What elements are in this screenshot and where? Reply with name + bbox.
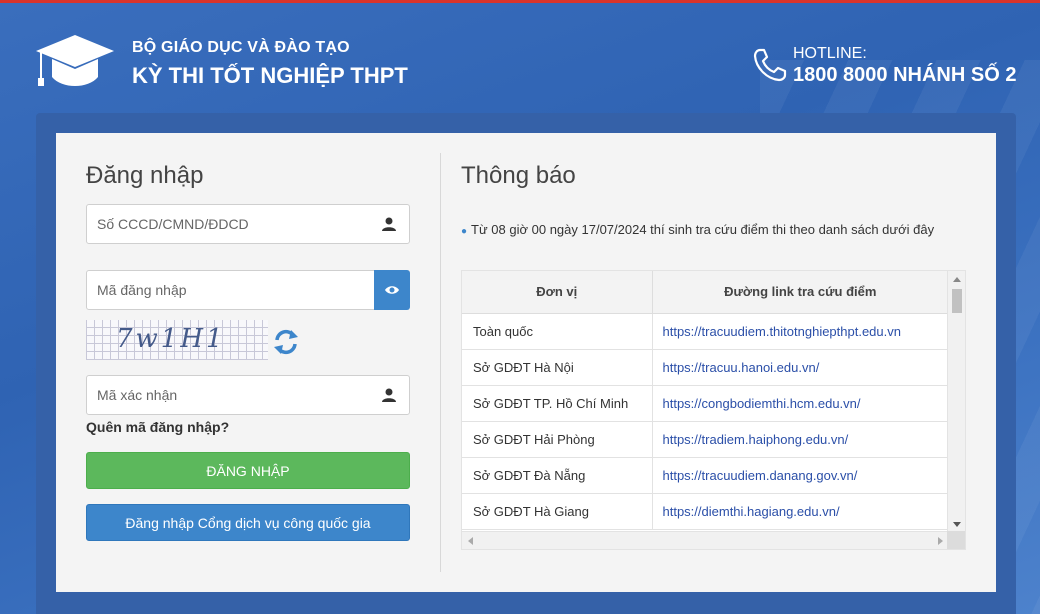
table-row: Sở GDĐT Đà Nẵng https://tracuudiem.danan… [462, 457, 949, 494]
scroll-down-arrow-icon[interactable] [953, 522, 961, 527]
score-lookup-table-container[interactable]: Đơn vị Đường link tra cứu điểm Toàn quốc… [461, 270, 966, 550]
table-row: Sở GDĐT Hải Phòng https://tradiem.haipho… [462, 421, 949, 458]
graduation-cap-icon [36, 35, 114, 86]
unit-cell: Sở GDĐT Hải Phòng [462, 421, 653, 458]
lookup-link[interactable]: https://tracuudiem.thitotnghiepthpt.edu.… [652, 313, 949, 350]
gov-portal-login-button[interactable]: Đăng nhập Cổng dịch vụ công quốc gia [86, 504, 410, 541]
table-header-row: Đơn vị Đường link tra cứu điểm [462, 271, 949, 314]
scroll-right-arrow-icon[interactable] [938, 537, 943, 545]
unit-cell: Sở GDĐT Hà Giang [462, 493, 653, 530]
notice-text: ● Từ 08 giờ 00 ngày 17/07/2024 thí sinh t… [461, 222, 934, 237]
unit-cell: Sở GDĐT Hà Nội [462, 349, 653, 386]
scroll-thumb[interactable] [952, 289, 962, 313]
scrollbar-corner [947, 531, 965, 549]
login-button[interactable]: ĐĂNG NHẬP [86, 452, 410, 489]
verify-code-field [86, 375, 410, 415]
table-row: Sở GDĐT TP. Hồ Chí Minh https://congbodi… [462, 385, 949, 422]
lookup-link[interactable]: https://diemthi.hagiang.edu.vn/ [652, 493, 949, 530]
table-row: Toàn quốc https://tracuudiem.thitotnghie… [462, 313, 949, 350]
panel-divider [440, 153, 441, 572]
lookup-link[interactable]: https://tracuudiem.danang.gov.vn/ [652, 457, 949, 494]
scroll-up-arrow-icon[interactable] [953, 277, 961, 282]
unit-cell: Toàn quốc [462, 313, 653, 350]
user-icon [382, 217, 396, 231]
column-header-unit: Đơn vị [462, 271, 653, 314]
login-code-input[interactable] [87, 271, 374, 309]
hotline-number[interactable]: 1800 8000 NHÁNH SỐ 2 [793, 64, 1016, 87]
lookup-link[interactable]: https://tracuu.hanoi.edu.vn/ [652, 349, 949, 386]
notice-message: Từ 08 giờ 00 ngày 17/07/2024 thí sinh tr… [471, 222, 935, 237]
show-code-button[interactable] [374, 270, 410, 310]
unit-cell: Sở GDĐT Đà Nẵng [462, 457, 653, 494]
bullet-icon: ● [461, 226, 468, 237]
score-lookup-table: Đơn vị Đường link tra cứu điểm Toàn quốc… [462, 271, 949, 530]
forgot-code-link[interactable]: Quên mã đăng nhập? [86, 419, 229, 435]
table-row: Sở GDĐT Hà Nội https://tracuu.hanoi.edu.… [462, 349, 949, 386]
refresh-icon[interactable] [272, 328, 300, 356]
captcha-image: 7w1H1 [86, 320, 268, 360]
verify-code-input[interactable] [87, 376, 409, 414]
lookup-link[interactable]: https://congbodiemthi.hcm.edu.vn/ [652, 385, 949, 422]
horizontal-scrollbar[interactable] [462, 531, 949, 549]
hotline-label: HOTLINE: [793, 45, 867, 62]
column-header-link: Đường link tra cứu điểm [652, 271, 949, 314]
id-number-field [86, 204, 410, 244]
captcha-text: 7w1H1 [116, 324, 226, 354]
scroll-left-arrow-icon[interactable] [468, 537, 473, 545]
vertical-scrollbar[interactable] [947, 271, 965, 533]
login-code-field [86, 270, 375, 310]
lookup-link[interactable]: https://tradiem.haiphong.edu.vn/ [652, 421, 949, 458]
organization-name: BỘ GIÁO DỤC VÀ ĐÀO TẠO [132, 39, 350, 56]
exam-title: KỲ THI TỐT NGHIỆP THPT [132, 63, 408, 88]
notice-title: Thông báo [461, 162, 576, 189]
unit-cell: Sở GDĐT TP. Hồ Chí Minh [462, 385, 653, 422]
phone-icon [753, 48, 787, 82]
site-header: BỘ GIÁO DỤC VÀ ĐÀO TẠO KỲ THI TỐT NGHIỆP… [0, 3, 1040, 113]
user-icon [382, 388, 396, 402]
table-row: Sở GDĐT Hà Giang https://diemthi.hagiang… [462, 493, 949, 530]
eye-icon [385, 286, 399, 294]
login-title: Đăng nhập [86, 162, 204, 189]
id-number-input[interactable] [87, 205, 409, 243]
